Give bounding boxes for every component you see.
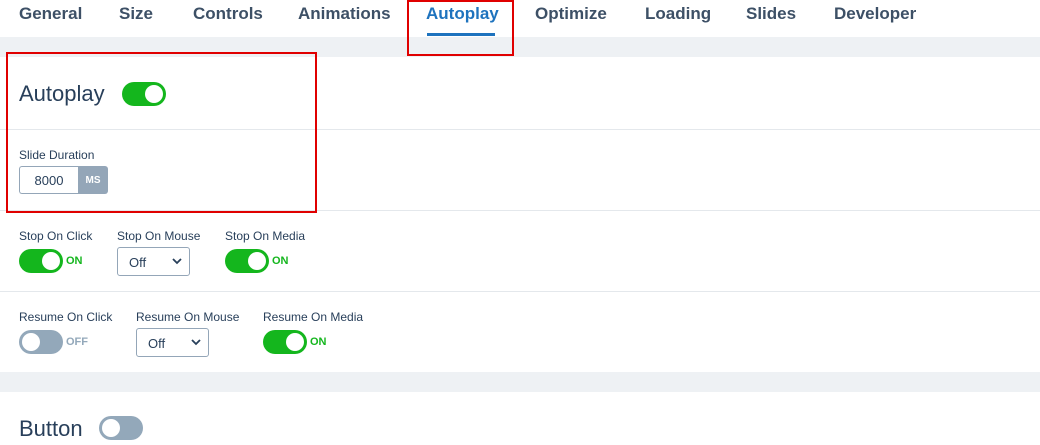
tab-developer[interactable]: Developer <box>834 4 916 24</box>
divider <box>0 129 1040 130</box>
button-toggle[interactable] <box>99 416 143 440</box>
toggle-knob <box>286 333 304 351</box>
section-separator <box>0 37 1040 57</box>
tab-general[interactable]: General <box>19 4 82 24</box>
chevron-down-icon <box>191 339 201 346</box>
tab-size[interactable]: Size <box>119 4 153 24</box>
autoplay-section-title: Autoplay <box>19 81 105 106</box>
tab-bar: General Size Controls Animations Autopla… <box>0 0 1040 37</box>
resume-on-mouse-select[interactable]: Off <box>136 328 209 357</box>
stop-on-media-toggle[interactable] <box>225 249 269 273</box>
stop-on-mouse-value: Off <box>129 255 147 270</box>
slide-duration-input[interactable] <box>19 166 78 194</box>
divider <box>0 210 1040 211</box>
stop-on-media-label: Stop On Media <box>225 229 306 243</box>
slide-duration-label: Slide Duration <box>19 148 95 162</box>
stop-on-click-label: Stop On Click <box>19 229 93 243</box>
toggle-knob <box>42 252 60 270</box>
active-tab-indicator <box>427 33 495 36</box>
tab-slides[interactable]: Slides <box>746 4 796 24</box>
toggle-knob <box>102 419 120 437</box>
resume-on-media-toggle[interactable] <box>263 330 307 354</box>
tab-optimize[interactable]: Optimize <box>535 4 607 24</box>
resume-on-click-toggle[interactable] <box>19 330 63 354</box>
stop-on-media-state: ON <box>272 255 289 267</box>
tab-autoplay[interactable]: Autoplay <box>426 4 499 24</box>
toggle-knob <box>248 252 266 270</box>
section-separator <box>0 372 1040 392</box>
tab-controls[interactable]: Controls <box>193 4 263 24</box>
resume-on-click-label: Resume On Click <box>19 310 113 324</box>
resume-on-mouse-label: Resume On Mouse <box>136 310 240 324</box>
chevron-down-icon <box>172 258 182 265</box>
slide-duration-unit: MS <box>78 166 108 194</box>
toggle-knob <box>22 333 40 351</box>
autoplay-toggle[interactable] <box>122 82 166 106</box>
resume-on-mouse-value: Off <box>148 336 166 351</box>
stop-on-mouse-select[interactable]: Off <box>117 247 190 276</box>
toggle-knob <box>145 85 163 103</box>
resume-on-media-state: ON <box>310 336 327 348</box>
tab-loading[interactable]: Loading <box>645 4 711 24</box>
stop-on-click-toggle[interactable] <box>19 249 63 273</box>
stop-on-click-state: ON <box>66 255 83 267</box>
tab-animations[interactable]: Animations <box>298 4 391 24</box>
button-section-title: Button <box>19 416 83 441</box>
resume-on-media-label: Resume On Media <box>263 310 364 324</box>
stop-on-mouse-label: Stop On Mouse <box>117 229 201 243</box>
resume-on-click-state: OFF <box>66 336 88 348</box>
divider <box>0 291 1040 292</box>
